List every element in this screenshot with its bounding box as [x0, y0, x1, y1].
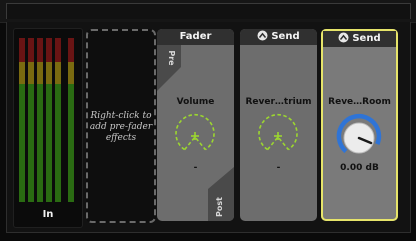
send-module-reverb-atrium[interactable]: Send Rever…trium -: [240, 29, 317, 221]
module-title: Send: [352, 33, 381, 44]
post-tag: Post: [208, 167, 234, 221]
meter-bar: [55, 38, 61, 202]
input-meter: In: [13, 28, 83, 228]
module-header: Send: [323, 31, 396, 47]
meter-bar: [46, 38, 52, 202]
send-module-reverb-room[interactable]: Send Reve…Room 0.00 dB: [321, 29, 398, 221]
pre-label: Pre: [167, 50, 176, 66]
send-target-label: Reve…Room: [328, 97, 391, 107]
toolbar-strip: [0, 0, 416, 23]
pre-fader-effects-slot[interactable]: Right-click to add pre-fader effects: [86, 29, 156, 223]
volume-label: Volume: [176, 97, 215, 107]
send-level-value: 0.00 dB: [340, 163, 379, 173]
meter-bar: [37, 38, 43, 202]
pre-tag: Pre: [157, 45, 181, 91]
send-route-icon: [257, 30, 268, 40]
toolbar-inner: [6, 3, 411, 19]
send-level-knob[interactable]: [253, 111, 303, 161]
send-level-knob[interactable]: [334, 111, 384, 161]
send-level-value: -: [276, 163, 281, 173]
placeholder-hint: Right-click to add pre-fader effects: [89, 111, 153, 143]
meter-bar: [68, 38, 74, 202]
volume-knob[interactable]: [170, 111, 220, 161]
send-target-label: Rever…trium: [245, 97, 312, 107]
meter-bar: [19, 38, 25, 202]
module-title: Fader: [157, 29, 234, 45]
send-route-icon: [338, 32, 349, 42]
post-label: Post: [215, 197, 224, 217]
meter-label: In: [42, 209, 54, 220]
fader-module[interactable]: Fader Pre Volume - Post: [157, 29, 234, 221]
meter-bar: [28, 38, 34, 202]
module-header: Send: [240, 29, 317, 45]
module-title: Send: [271, 31, 300, 42]
